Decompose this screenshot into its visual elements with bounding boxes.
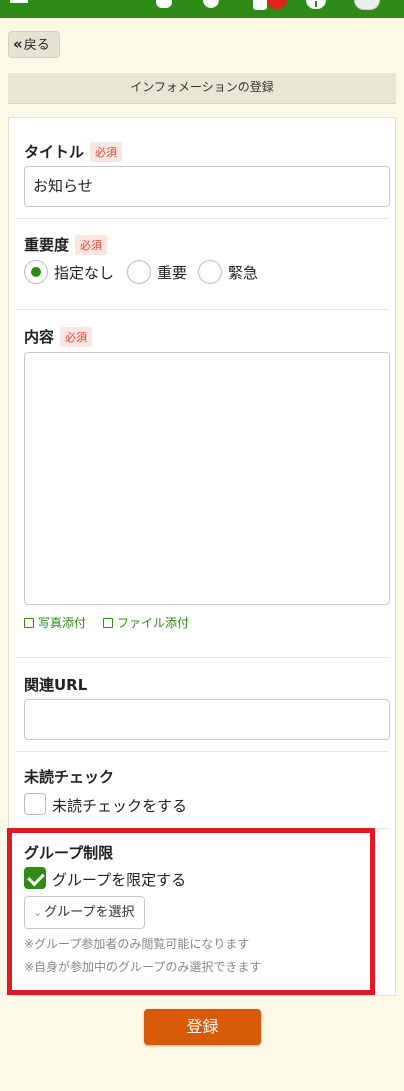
required-badge: 必須 — [90, 142, 122, 162]
importance-option-urgent[interactable]: 緊急 — [228, 262, 258, 283]
photo-attach-link[interactable]: 写真添付 — [24, 614, 86, 631]
content-label: 内容 — [24, 328, 55, 346]
bell-icon[interactable] — [203, 0, 219, 8]
importance-radio-none[interactable] — [24, 260, 48, 284]
double-chevron-left-icon: « — [13, 35, 23, 53]
notification-badge — [267, 0, 287, 9]
page-title: インフォメーションの登録 — [8, 73, 396, 104]
chat-icon[interactable] — [156, 0, 172, 8]
title-label: タイトル — [24, 143, 85, 161]
importance-radio-urgent[interactable] — [198, 260, 222, 284]
back-label: 戻る — [23, 38, 50, 53]
url-input[interactable] — [24, 699, 390, 740]
avatar[interactable] — [354, 0, 380, 10]
required-badge: 必須 — [75, 235, 107, 255]
menu-icon[interactable] — [10, 0, 28, 3]
top-bar — [0, 0, 404, 18]
unread-checkbox[interactable] — [24, 793, 46, 815]
file-attach-link[interactable]: ファイル添付 — [103, 614, 189, 631]
image-icon — [24, 618, 34, 628]
highlight-box — [7, 828, 375, 995]
divider — [16, 657, 389, 658]
unread-checkbox-label[interactable]: 未読チェックをする — [52, 795, 187, 816]
divider — [16, 218, 389, 219]
info-icon[interactable] — [306, 0, 326, 9]
content-textarea[interactable] — [24, 352, 390, 605]
file-icon — [103, 618, 113, 628]
unread-check-label: 未読チェック — [24, 768, 115, 786]
back-button[interactable]: «戻る — [8, 31, 60, 58]
file-attach-label: ファイル添付 — [117, 616, 190, 630]
divider — [16, 309, 389, 310]
importance-radio-important[interactable] — [127, 260, 151, 284]
importance-option-important[interactable]: 重要 — [157, 262, 187, 283]
importance-label: 重要度 — [24, 236, 70, 254]
required-badge: 必須 — [60, 327, 92, 347]
photo-attach-label: 写真添付 — [38, 616, 87, 630]
task-icon[interactable] — [253, 0, 267, 10]
importance-option-none[interactable]: 指定なし — [54, 262, 114, 283]
divider — [16, 751, 389, 752]
url-label: 関連URL — [24, 676, 88, 694]
submit-button[interactable]: 登録 — [144, 1009, 261, 1045]
title-input[interactable]: お知らせ — [24, 166, 390, 207]
